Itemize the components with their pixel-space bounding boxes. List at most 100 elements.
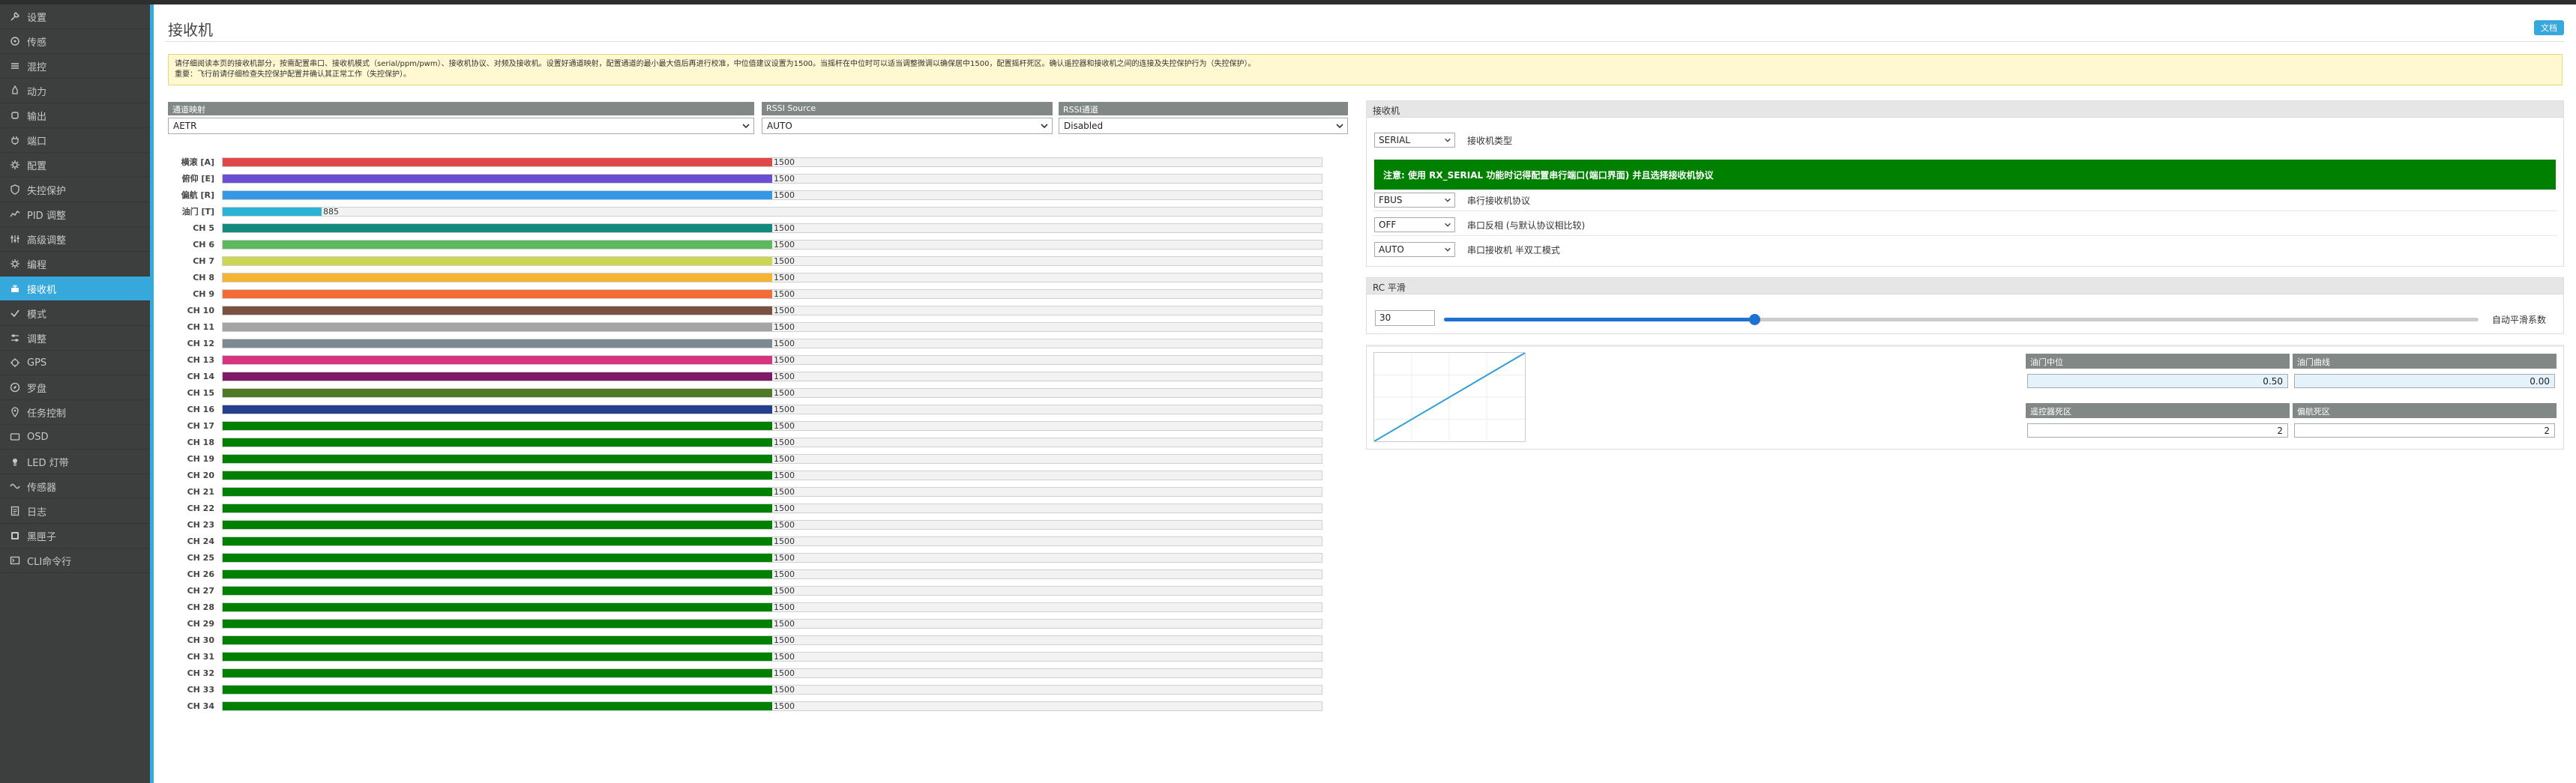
channel-bar-fill [223, 455, 772, 463]
rc-smoothing-input[interactable]: 30 [1375, 310, 1435, 326]
sidebar-item-20[interactable]: 日志 [0, 499, 150, 524]
serial-inverted-select[interactable]: OFF [1374, 217, 1455, 232]
rc-smoothing-slider[interactable] [1444, 314, 2479, 325]
channel-value: 1500 [774, 355, 795, 365]
sidebar-item-label: CLI命令行 [27, 556, 72, 568]
channel-bar-fill [223, 587, 772, 595]
channel-label: CH 25 [187, 553, 214, 563]
rocket-icon [9, 85, 21, 97]
tune-icon [9, 233, 21, 245]
sidebar-item-22[interactable]: CLI命令行 [0, 548, 150, 573]
channel-row: CH 10 1500 [168, 305, 1326, 316]
sidebar-item-5[interactable]: 端口 [0, 128, 150, 153]
channel-map-select[interactable]: AETR [168, 118, 754, 134]
sidebar-item-17[interactable]: OSD [0, 425, 150, 450]
receiver-icon [9, 282, 21, 294]
sidebar-item-1[interactable]: 传感 [0, 29, 150, 54]
throttle-mid-input[interactable]: 0.50 [2027, 374, 2288, 388]
sidebar-item-3[interactable]: 动力 [0, 79, 150, 103]
channel-bar-track: 1500 [222, 240, 1322, 250]
channel-label: CH 30 [187, 635, 214, 645]
channel-label: CH 18 [187, 438, 214, 447]
sidebar-item-8[interactable]: PID 调整 [0, 202, 150, 227]
half-duplex-select[interactable]: AUTO [1374, 242, 1455, 257]
channel-bar-track: 1500 [222, 553, 1322, 563]
sidebar-item-7[interactable]: 失控保护 [0, 178, 150, 202]
chevron-down-icon [1445, 198, 1451, 202]
channel-row: CH 17 1500 [168, 420, 1326, 432]
channel-bar-track: 1500 [222, 635, 1322, 645]
channel-row: CH 14 1500 [168, 371, 1326, 382]
channel-row: CH 20 1500 [168, 470, 1326, 481]
channel-row: CH 32 1500 [168, 668, 1326, 679]
channel-bar-fill [223, 323, 772, 331]
sidebar-item-label: 编程 [27, 259, 47, 271]
receiver-panel-header: 接收机 [1367, 101, 2563, 118]
channel-label: CH 32 [187, 668, 214, 678]
channel-row: CH 6 1500 [168, 239, 1326, 250]
channel-value: 1500 [774, 306, 795, 315]
channel-label: 俯仰 [E] [181, 174, 214, 184]
channel-row: 俯仰 [E] 1500 [168, 173, 1326, 184]
sidebar-item-13[interactable]: 调整 [0, 326, 150, 351]
mixer-icon [9, 60, 21, 72]
channel-bar-track: 1500 [222, 157, 1322, 167]
yaw-deadband-input[interactable]: 2 [2294, 423, 2555, 438]
channel-bar-fill [223, 521, 772, 529]
channel-label: CH 6 [193, 240, 214, 250]
channel-row: CH 25 1500 [168, 552, 1326, 563]
receiver-type-select[interactable]: SERIAL [1374, 133, 1455, 148]
channel-bar-fill [223, 504, 772, 513]
channel-row: 偏航 [R] 1500 [168, 190, 1326, 201]
channel-value: 1500 [774, 438, 795, 447]
channel-bar-track: 1500 [222, 438, 1322, 447]
channel-bar-track: 1500 [222, 520, 1322, 530]
channel-bar-fill [223, 471, 772, 480]
channel-bar-track: 1500 [222, 536, 1322, 546]
serial-inverted-label: 串口反相 (与默认协议相比较) [1467, 220, 1586, 231]
serial-protocol-select[interactable]: FBUS [1374, 193, 1455, 208]
channel-label: 油门 [T] [181, 207, 214, 217]
rssi-channel-select[interactable]: Disabled [1059, 118, 1348, 134]
channel-value: 1500 [774, 421, 795, 431]
sidebar-item-15[interactable]: 罗盘 [0, 375, 150, 400]
throttle-expo-input[interactable]: 0.00 [2294, 374, 2555, 388]
channel-row: CH 27 1500 [168, 585, 1326, 596]
sidebar-item-2[interactable]: 混控 [0, 54, 150, 79]
channel-label: CH 15 [187, 388, 214, 398]
sidebar-item-10[interactable]: 编程 [0, 252, 150, 276]
sidebar-item-label: 传感器 [27, 482, 57, 494]
rc-smoothing-slider-thumb[interactable] [1749, 314, 1760, 325]
sidebar-item-14[interactable]: GPS [0, 351, 150, 375]
channel-bar-fill [223, 224, 772, 232]
channel-label: CH 11 [187, 322, 214, 332]
gear-icon [9, 159, 21, 171]
deadband-input[interactable]: 2 [2027, 423, 2288, 438]
info-notice: 请仔细阅读本页的接收机部分，按需配置串口、接收机模式（serial/ppm/pw… [168, 54, 2563, 85]
channel-bar-track: 1500 [222, 701, 1322, 711]
channel-bar-fill [223, 537, 772, 545]
sidebar-item-16[interactable]: 任务控制 [0, 400, 150, 425]
channel-bar-track: 1500 [222, 174, 1322, 184]
sidebar-item-12[interactable]: 模式 [0, 301, 150, 326]
rssi-source-select[interactable]: AUTO [762, 118, 1053, 134]
channel-bar-track: 1500 [222, 388, 1322, 398]
sidebar-item-21[interactable]: 黑匣子 [0, 524, 150, 548]
sidebar-item-9[interactable]: 高级调整 [0, 227, 150, 252]
channel-row: CH 5 1500 [168, 223, 1326, 234]
sidebar-item-18[interactable]: LED 灯带 [0, 450, 150, 474]
channel-bar-track: 1500 [222, 256, 1322, 266]
channel-bar-fill [223, 175, 772, 183]
sidebar: 设置 传感 混控 动力 输出 端口 配置 失控保护 PID 调整 高级调整编程接收机 模式 调整 GPS… [0, 4, 150, 783]
sidebar-item-11[interactable]: 接收机 [0, 276, 150, 301]
channel-bar-fill [223, 273, 772, 282]
channel-label: CH 23 [187, 520, 214, 530]
sidebar-item-0[interactable]: 设置 [0, 4, 150, 29]
sidebar-item-19[interactable]: 传感器 [0, 474, 150, 499]
channel-bar-track: 885 [222, 207, 1322, 217]
sidebar-item-4[interactable]: 输出 [0, 103, 150, 128]
half-duplex-row: AUTO 串口接收机 半双工模式 [1374, 241, 1560, 258]
sidebar-item-6[interactable]: 配置 [0, 153, 150, 178]
documentation-button[interactable]: 文档 [2534, 20, 2564, 35]
channel-value: 1500 [774, 339, 795, 348]
